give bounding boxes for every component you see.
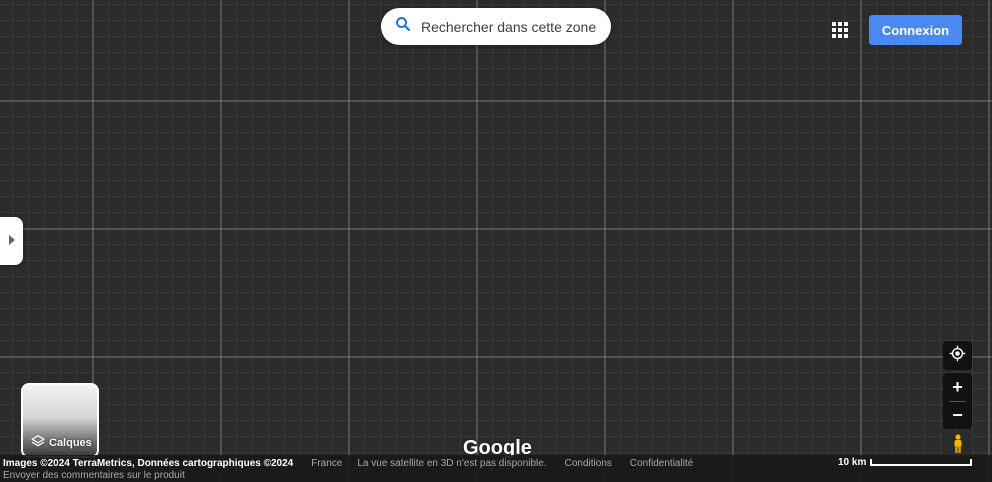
- map-canvas[interactable]: [0, 0, 992, 482]
- zoom-controls: + −: [943, 373, 972, 429]
- terms-link[interactable]: Conditions: [565, 458, 612, 469]
- expand-side-panel-button[interactable]: [0, 217, 23, 265]
- scale-control[interactable]: 10 km: [838, 457, 973, 468]
- search-this-area-label: Rechercher dans cette zone: [421, 18, 597, 35]
- layers-icon: [31, 434, 45, 451]
- map-footer: Images ©2024 TerraMetrics, Données carto…: [0, 455, 992, 482]
- zoom-divider: [949, 400, 966, 402]
- scale-bar: [870, 459, 973, 466]
- chevron-right-icon: [8, 232, 16, 250]
- privacy-link[interactable]: Confidentialité: [630, 458, 693, 469]
- attribution-text: Images ©2024 TerraMetrics, Données carto…: [3, 458, 294, 469]
- apps-grid-icon[interactable]: [826, 16, 854, 44]
- send-feedback-link[interactable]: Envoyer des commentaires sur le produit: [3, 470, 185, 481]
- my-location-icon: [949, 345, 966, 367]
- zoom-in-button[interactable]: +: [943, 373, 972, 401]
- sign-in-button[interactable]: Connexion: [869, 15, 962, 45]
- search-this-area-button[interactable]: Rechercher dans cette zone: [381, 8, 611, 45]
- layers-label-group: Calques: [31, 434, 92, 451]
- search-icon: [394, 15, 412, 38]
- layers-button[interactable]: Calques: [21, 383, 99, 458]
- scale-label: 10 km: [838, 457, 867, 468]
- satellite-3d-message: La vue satellite en 3D n'est pas disponi…: [357, 458, 547, 469]
- zoom-out-button[interactable]: −: [943, 401, 972, 429]
- my-location-button[interactable]: [943, 341, 972, 370]
- footer-row: Images ©2024 TerraMetrics, Données carto…: [3, 457, 693, 470]
- layers-label: Calques: [49, 436, 92, 449]
- country-link[interactable]: France: [311, 458, 342, 469]
